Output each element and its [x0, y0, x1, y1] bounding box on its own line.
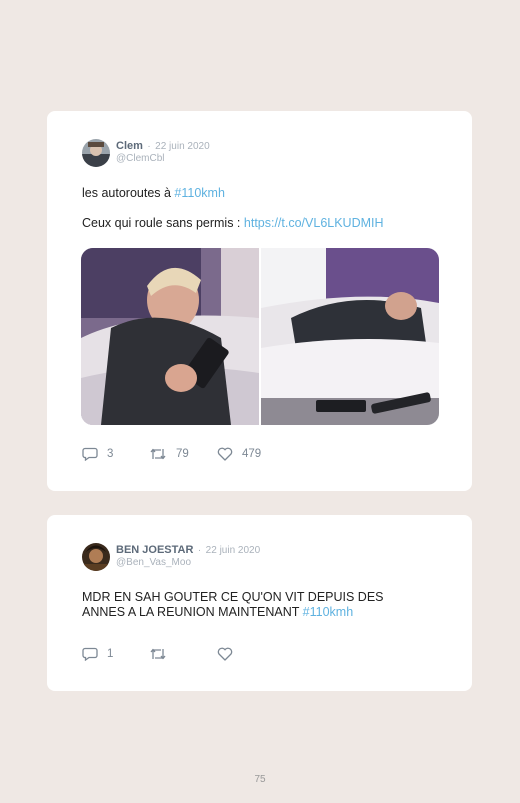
reply-count: 1 [107, 648, 114, 660]
tweet-text: les autoroutes à #110kmh [82, 186, 225, 201]
like-button[interactable] [217, 647, 242, 661]
separator: · [147, 141, 151, 152]
reply-icon [82, 447, 98, 461]
reply-button[interactable]: 1 [82, 647, 149, 661]
hashtag-link[interactable]: #110kmh [303, 605, 354, 619]
avatar[interactable] [82, 139, 110, 167]
reply-count: 3 [107, 448, 114, 460]
retweet-button[interactable]: 79 [149, 447, 217, 461]
tweet-date[interactable]: 22 juin 2020 [206, 545, 261, 556]
tweet-text: Ceux qui roule sans permis : https://t.c… [82, 216, 384, 231]
tweet-header: Clem · 22 juin 2020 @ClemCbl [82, 139, 210, 167]
tweet-header: BEN JOESTAR · 22 juin 2020 @Ben_Vas_Moo [82, 543, 260, 571]
page-number: 75 [254, 774, 266, 785]
tweet-actions: 3 79 479 [82, 447, 261, 461]
author-handle[interactable]: @ClemCbl [116, 153, 210, 165]
like-count: 479 [242, 448, 262, 460]
tweet-text: MDR EN SAH GOUTER CE QU'ON VIT DEPUIS DE… [82, 590, 422, 620]
author-name[interactable]: Clem [116, 140, 143, 152]
separator: · [197, 545, 202, 556]
tweet-card: Clem · 22 juin 2020 @ClemCbl les autorou… [47, 111, 472, 491]
tweet-card: BEN JOESTAR · 22 juin 2020 @Ben_Vas_Moo … [47, 515, 472, 691]
avatar[interactable] [82, 543, 110, 571]
author-name[interactable]: BEN JOESTAR [116, 544, 193, 556]
author-handle[interactable]: @Ben_Vas_Moo [116, 557, 260, 569]
retweet-button[interactable] [149, 647, 217, 661]
reply-button[interactable]: 3 [82, 447, 149, 461]
url-link[interactable]: https://t.co/VL6LKUDMIH [244, 216, 384, 230]
hashtag-link[interactable]: #110kmh [174, 186, 225, 200]
retweet-count: 79 [176, 448, 189, 460]
retweet-icon [150, 448, 166, 460]
retweet-icon [150, 648, 166, 660]
tweet-text-line: les autoroutes à [82, 186, 175, 200]
tweet-date[interactable]: 22 juin 2020 [155, 141, 210, 152]
tweet-actions: 1 [82, 647, 242, 661]
media-photo-left[interactable] [81, 248, 259, 425]
heart-icon [217, 647, 233, 661]
like-button[interactable]: 479 [217, 447, 261, 461]
reply-icon [82, 647, 98, 661]
heart-icon [217, 447, 233, 461]
media-photo-right[interactable] [261, 248, 439, 425]
tweet-media[interactable] [81, 248, 439, 425]
tweet-text-line: Ceux qui roule sans permis : [82, 216, 244, 230]
